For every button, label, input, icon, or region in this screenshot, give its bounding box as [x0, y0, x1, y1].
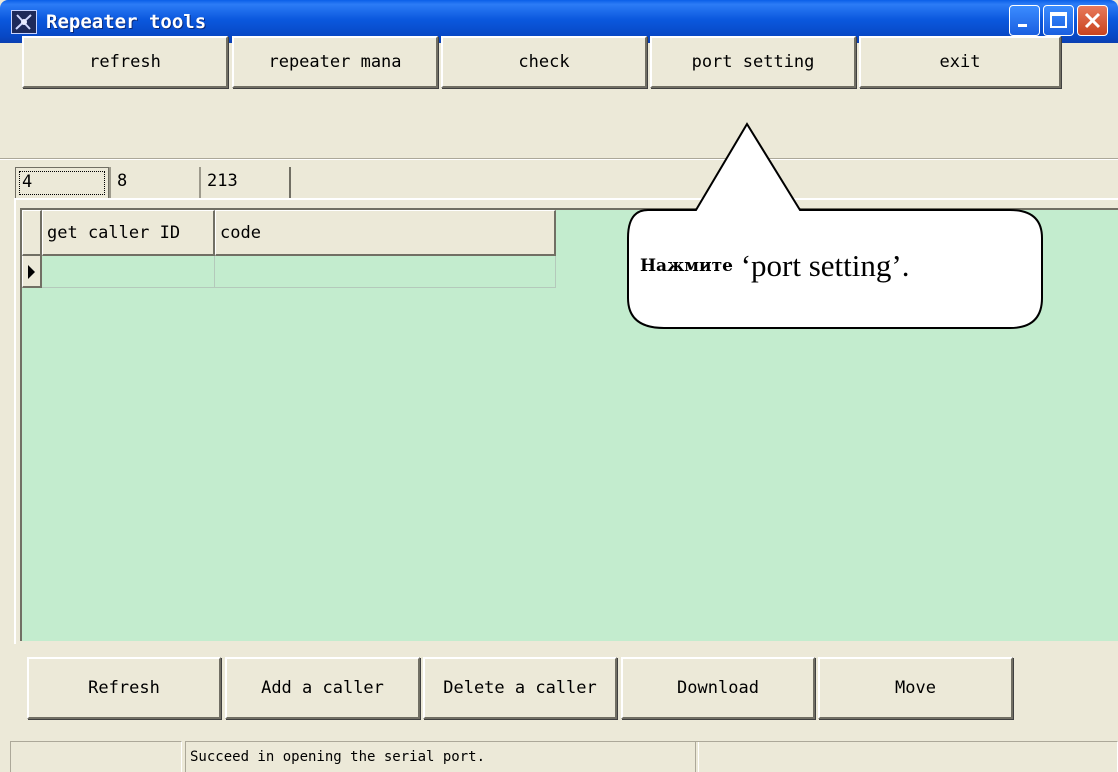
cell-caller-id[interactable] [42, 256, 215, 288]
add-caller-button[interactable]: Add a caller [225, 657, 420, 719]
row-indicator [22, 256, 42, 288]
tab-label: 8 [117, 171, 128, 191]
move-button[interactable]: Move [818, 657, 1013, 719]
satellite-icon [11, 10, 37, 34]
minimize-icon [1018, 24, 1027, 27]
window-title: Repeater tools [46, 11, 207, 33]
exit-button[interactable]: exit [859, 36, 1061, 88]
status-bar: Succeed in opening the serial port. [10, 741, 1118, 772]
maximize-button[interactable] [1043, 5, 1074, 36]
table-row[interactable] [22, 256, 556, 288]
callout-prefix: Нажмите [640, 256, 733, 276]
download-button[interactable]: Download [621, 657, 815, 719]
repeater-tools-window: Repeater tools refresh repeater mana che… [0, 0, 1118, 772]
column-header-caller-id[interactable]: get caller ID [42, 210, 215, 256]
status-message: Succeed in opening the serial port. [185, 741, 699, 772]
tab-4[interactable]: 4 [15, 167, 109, 198]
callout-bubble [627, 122, 1043, 329]
status-panel-left [10, 741, 182, 772]
column-header-code[interactable]: code [215, 210, 556, 256]
callout-text: Нажмите ‘port setting’. [640, 248, 1040, 296]
current-row-arrow-icon [28, 265, 35, 279]
focus-rect [19, 171, 105, 195]
row-indicator-header [22, 210, 42, 256]
repeater-manage-button[interactable]: repeater mana [232, 36, 438, 88]
cell-code[interactable] [215, 256, 556, 288]
status-panel-right [695, 741, 1118, 772]
grid-header: get caller ID code [22, 210, 556, 256]
close-button[interactable] [1077, 5, 1108, 36]
refresh-toolbar-button[interactable]: refresh [22, 36, 228, 88]
delete-caller-button[interactable]: Delete a caller [423, 657, 617, 719]
tab-8[interactable]: 8 [109, 167, 199, 198]
check-button[interactable]: check [441, 36, 647, 88]
close-icon [1084, 12, 1101, 29]
callout-instruction: ‘port setting’. [732, 248, 910, 283]
tab-213[interactable]: 213 [199, 167, 291, 198]
minimize-button[interactable] [1009, 5, 1040, 36]
maximize-icon [1050, 12, 1067, 28]
port-setting-button[interactable]: port setting [650, 36, 856, 88]
tab-label: 213 [207, 171, 238, 191]
refresh-button[interactable]: Refresh [27, 657, 221, 719]
